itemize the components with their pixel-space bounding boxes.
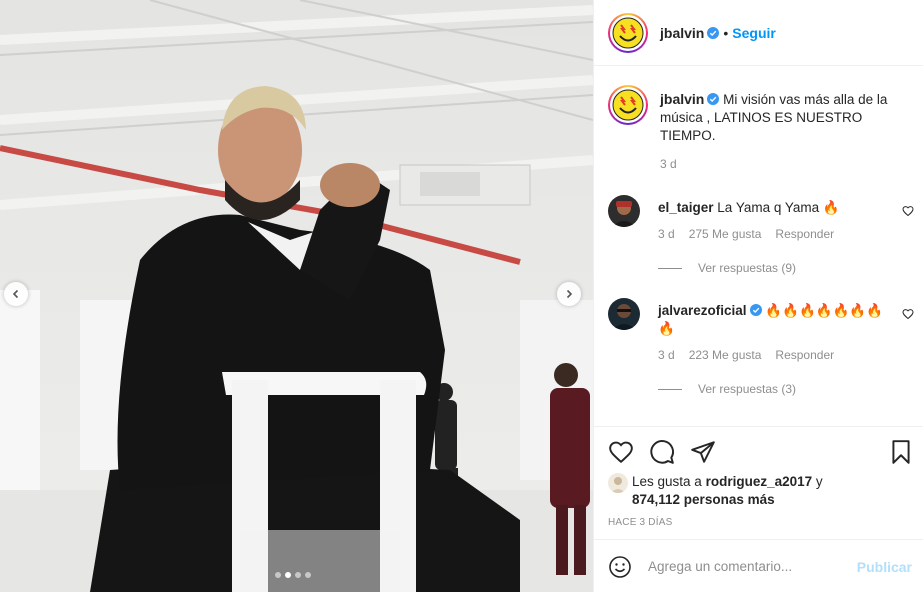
reply-button[interactable]: Responder — [775, 227, 834, 241]
comment-item: el_taiger La Yama q Yama 🔥 3 d 275 Me gu… — [608, 195, 914, 275]
author-avatar[interactable] — [608, 12, 648, 53]
post-details-panel: jbalvin • Seguir jbalvin Mi visión vas m… — [593, 0, 923, 592]
comment-username[interactable]: jalvarezoficial — [658, 303, 747, 318]
commenter-avatar[interactable] — [608, 195, 640, 227]
comment-time[interactable]: 3 d — [658, 227, 675, 241]
comment-time[interactable]: 3 d — [658, 348, 675, 362]
comment-text: el_taiger La Yama q Yama 🔥 — [658, 199, 888, 217]
carousel-dot — [275, 572, 281, 578]
view-replies-button[interactable]: Ver respuestas (9) — [658, 261, 796, 275]
post-caption: jbalvin Mi visión vas más alla de la mús… — [608, 85, 908, 145]
liker-avatar[interactable] — [608, 473, 628, 493]
carousel-dot — [305, 572, 311, 578]
caption-username[interactable]: jbalvin — [660, 91, 704, 107]
likes-count[interactable]: 874,112 personas más — [632, 492, 775, 507]
action-icons — [608, 439, 914, 465]
post-photo[interactable] — [0, 0, 593, 592]
view-replies-label: Ver respuestas (9) — [698, 261, 797, 275]
heart-icon[interactable] — [902, 308, 914, 320]
comment-meta: 3 d 275 Me gusta Responder — [658, 227, 834, 241]
avatar-image — [608, 195, 640, 227]
bookmark-icon[interactable] — [888, 439, 914, 465]
chevron-right-icon — [566, 289, 573, 299]
comment-item: jalvarezoficial 🔥🔥🔥🔥🔥🔥🔥🔥 3 d 223 Me gust… — [608, 298, 914, 398]
avatar-image — [608, 473, 628, 493]
smiley-logo-icon — [612, 89, 644, 121]
replies-divider — [658, 388, 682, 390]
replies-divider — [658, 267, 682, 269]
comment-message: La Yama q Yama 🔥 — [717, 200, 840, 215]
verified-badge-icon — [707, 26, 720, 39]
header-separator: • — [723, 24, 729, 41]
comment-icon[interactable] — [649, 439, 675, 465]
carousel-dot-active — [285, 572, 291, 578]
caption-text: jbalvin Mi visión vas más alla de la mús… — [660, 85, 900, 145]
comment-username[interactable]: el_taiger — [658, 200, 714, 215]
caption-timestamp[interactable]: 3 d — [660, 157, 677, 171]
comment-input[interactable] — [648, 559, 857, 574]
comment-meta: 3 d 223 Me gusta Responder — [658, 348, 834, 362]
comment-likes[interactable]: 223 Me gusta — [689, 348, 762, 362]
photo-image — [0, 0, 593, 592]
publish-button[interactable]: Publicar — [857, 559, 912, 575]
verified-badge-icon — [707, 93, 720, 105]
smiley-logo-icon — [612, 17, 644, 48]
post-dialog: jbalvin • Seguir jbalvin Mi visión vas m… — [0, 0, 923, 592]
liker-username[interactable]: rodriguez_a2017 — [706, 474, 813, 489]
view-replies-label: Ver respuestas (3) — [698, 382, 797, 396]
carousel-indicator — [275, 572, 311, 578]
paper-plane-icon[interactable] — [690, 439, 716, 465]
chevron-left-icon — [12, 289, 19, 299]
view-replies-button[interactable]: Ver respuestas (3) — [658, 382, 796, 396]
previous-photo-button[interactable] — [4, 282, 28, 306]
likes-text: Les gusta a rodriguez_a2017 y 874,112 pe… — [632, 473, 872, 509]
smiley-icon[interactable] — [608, 555, 632, 579]
author-username[interactable]: jbalvin — [660, 25, 704, 41]
comments-list[interactable]: jbalvin Mi visión vas más alla de la mús… — [594, 67, 923, 426]
post-header: jbalvin • Seguir — [594, 0, 923, 66]
comment-likes[interactable]: 275 Me gusta — [689, 227, 762, 241]
add-comment-bar: Publicar — [594, 539, 923, 592]
verified-badge-icon — [749, 304, 762, 316]
likes-conjunction: y — [815, 474, 823, 489]
likes-prefix: Les gusta a — [632, 474, 702, 489]
heart-icon[interactable] — [608, 439, 634, 465]
heart-icon[interactable] — [902, 205, 914, 217]
carousel-dot — [295, 572, 301, 578]
caption-avatar[interactable] — [608, 85, 648, 125]
reply-button[interactable]: Responder — [775, 348, 834, 362]
follow-button[interactable]: Seguir — [732, 25, 776, 41]
next-photo-button[interactable] — [557, 282, 581, 306]
post-actions: Les gusta a rodriguez_a2017 y 874,112 pe… — [594, 426, 923, 592]
likes-summary: Les gusta a rodriguez_a2017 y 874,112 pe… — [608, 473, 914, 509]
comment-text: jalvarezoficial 🔥🔥🔥🔥🔥🔥🔥🔥 — [658, 302, 888, 338]
avatar-image — [608, 298, 640, 330]
commenter-avatar[interactable] — [608, 298, 640, 330]
post-timestamp[interactable]: HACE 3 DÍAS — [608, 517, 672, 528]
